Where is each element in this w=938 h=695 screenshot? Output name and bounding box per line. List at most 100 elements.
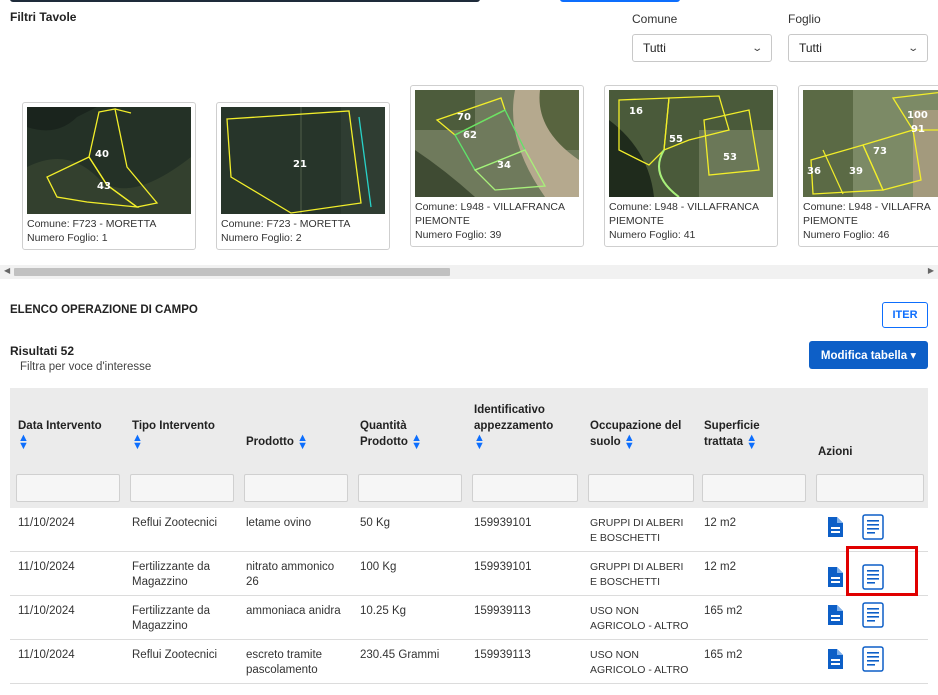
cell-prodotto: ammoniaca anidra [246,605,341,617]
col-prodotto[interactable]: Prodotto ▲ ▼ [246,433,308,452]
cell-quantita: 50 Kg [360,517,391,529]
operations-table: Data Intervento ▲ ▼ Tipo Intervento ▲ ▼ Pr… [10,388,928,684]
chevron-down-icon: ⌄ [906,42,919,54]
scroll-left-icon[interactable]: ◀ [4,266,10,275]
parcel-label: 100 [907,110,928,121]
foglio-select[interactable]: Tutti ⌄ [788,34,928,62]
cell-data: 11/10/2024 [18,649,75,661]
detail-view-icon[interactable] [862,602,886,628]
map-card[interactable]: 100 91 73 36 39 Comune: L948 - VILLAFRA … [798,85,938,247]
document-icon[interactable] [826,604,844,626]
clipped-link-bar [560,0,680,2]
parcel-label: 40 [95,149,109,160]
cell-identificativo: 159939113 [474,649,531,661]
sort-icon[interactable]: ▲ ▼ [474,433,485,452]
filter-hint: Filtra per voce d'interesse [20,361,152,373]
cell-identificativo: 159939101 [474,561,532,573]
col-data-label: Data Intervento [18,420,102,432]
map-caption-comune: Comune: L948 - VILLAFRANCA PIEMONTE [415,201,565,227]
scrollbar-thumb[interactable] [14,268,450,276]
clipped-header [0,0,938,6]
map-image: 100 91 73 36 39 [803,90,938,197]
map-caption-comune-cont: PIEMONTE [803,215,858,227]
parcel-label: 53 [723,152,737,163]
parcel-label: 36 [807,166,821,177]
col-prodotto-label: Prodotto [246,436,294,449]
map-caption-comune: Comune: L948 - VILLAFRA [803,201,931,213]
foglio-filter: Foglio Tutti ⌄ [788,12,928,62]
cell-occupazione: GRUPPI DI ALBERI E BOSCHETTI [590,561,684,588]
filter-input-data[interactable] [16,474,120,502]
filter-input-identificativo[interactable] [472,474,578,502]
sort-icon[interactable]: ▲ ▼ [132,433,143,452]
filter-input-tipo[interactable] [130,474,234,502]
iter-button[interactable]: ITER [882,302,928,328]
sort-icon[interactable]: ▲ ▼ [18,433,29,452]
cell-prodotto: escreto tramite pascolamento [246,649,323,676]
table-row: 11/10/2024 Fertilizzante da Magazzino nit… [10,552,928,596]
parcel-label: 91 [911,124,925,135]
sort-icon[interactable]: ▲ ▼ [411,433,422,452]
map-image: 16 55 53 [609,90,773,197]
cell-tipo: Fertilizzante da Magazzino [132,605,210,632]
sort-icon[interactable]: ▲ ▼ [624,433,635,452]
section-title: ELENCO OPERAZIONE DI CAMPO [10,304,198,316]
map-image: 70 62 34 [415,90,579,197]
parcel-label: 55 [669,134,683,145]
parcel-label: 34 [497,160,511,171]
map-thumbnails-strip: 40 43 Comune: F723 - MORETTA Numero Fogl… [0,85,938,260]
col-data[interactable]: Data Intervento ▲ ▼ [18,418,102,452]
filter-input-superficie[interactable] [702,474,806,502]
filter-input-quantita[interactable] [358,474,462,502]
map-card[interactable]: 40 43 Comune: F723 - MORETTA Numero Fogl… [22,102,196,250]
parcel-label: 21 [293,159,307,170]
col-quantita[interactable]: Quantità Prodotto ▲ ▼ [360,418,422,452]
results-count: Risultati 52 [10,344,75,358]
comune-label: Comune [632,12,678,26]
sort-icon[interactable]: ▲ ▼ [746,433,757,452]
detail-view-icon[interactable] [862,514,886,540]
cell-quantita: 230.45 Grammi [360,649,440,661]
document-icon[interactable] [826,566,844,588]
map-caption-foglio: Numero Foglio: 1 [27,232,108,244]
map-card[interactable]: 21 Comune: F723 - MORETTA Numero Foglio:… [216,102,390,250]
modifica-tabella-button[interactable]: Modifica tabella ▾ [809,341,928,369]
col-occ-label: Occupazione del [590,420,682,432]
cell-quantita: 10.25 Kg [360,605,407,617]
col-occupazione[interactable]: Occupazione del suolo ▲ ▼ [590,418,682,452]
parcel-label: 62 [463,130,477,141]
map-image: 21 [221,107,385,214]
foglio-label: Foglio [788,12,821,26]
col-tipo[interactable]: Tipo Intervento ▲ ▼ [132,418,215,452]
table-filter-row [10,468,928,508]
cell-superficie: 165 m2 [704,649,743,661]
chevron-down-icon: ⌄ [750,42,763,54]
table-row: 11/10/2024 Reflui Zootecnici escreto tra… [10,640,928,684]
map-caption-comune: Comune: F723 - MORETTA [27,218,157,230]
cell-data: 11/10/2024 [18,517,75,529]
cell-occupazione: GRUPPI DI ALBERI E BOSCHETTI [590,517,684,544]
detail-view-icon[interactable] [862,646,886,672]
col-superficie[interactable]: Superficie trattata ▲ ▼ [704,418,760,452]
map-card[interactable]: 70 62 34 Comune: L948 - VILLAFRANCA PIEM… [410,85,584,247]
highlight-box [846,546,918,596]
document-icon[interactable] [826,516,844,538]
sort-icon[interactable]: ▲ ▼ [297,433,308,452]
col-identificativo[interactable]: Identificativo appezzamento ▲ ▼ [474,402,554,452]
document-icon[interactable] [826,648,844,670]
filter-input-occupazione[interactable] [588,474,694,502]
cell-superficie: 12 m2 [704,517,736,529]
horizontal-scrollbar[interactable]: ◀ ▶ [0,265,938,279]
cell-superficie: 165 m2 [704,605,743,617]
map-card[interactable]: 16 55 53 Comune: L948 - VILLAFRANCA PIEM… [604,85,778,247]
comune-filter: Comune Tutti ⌄ [632,12,772,62]
col-quantita-label-2: Prodotto [360,436,408,449]
parcel-label: 70 [457,112,471,123]
scroll-right-icon[interactable]: ▶ [928,266,934,275]
cell-identificativo: 159939113 [474,605,531,617]
comune-select[interactable]: Tutti ⌄ [632,34,772,62]
filter-input-azioni[interactable] [816,474,924,502]
map-caption-foglio: Numero Foglio: 2 [221,232,302,244]
filter-input-prodotto[interactable] [244,474,348,502]
col-ident-label-2: appezzamento [474,420,554,432]
